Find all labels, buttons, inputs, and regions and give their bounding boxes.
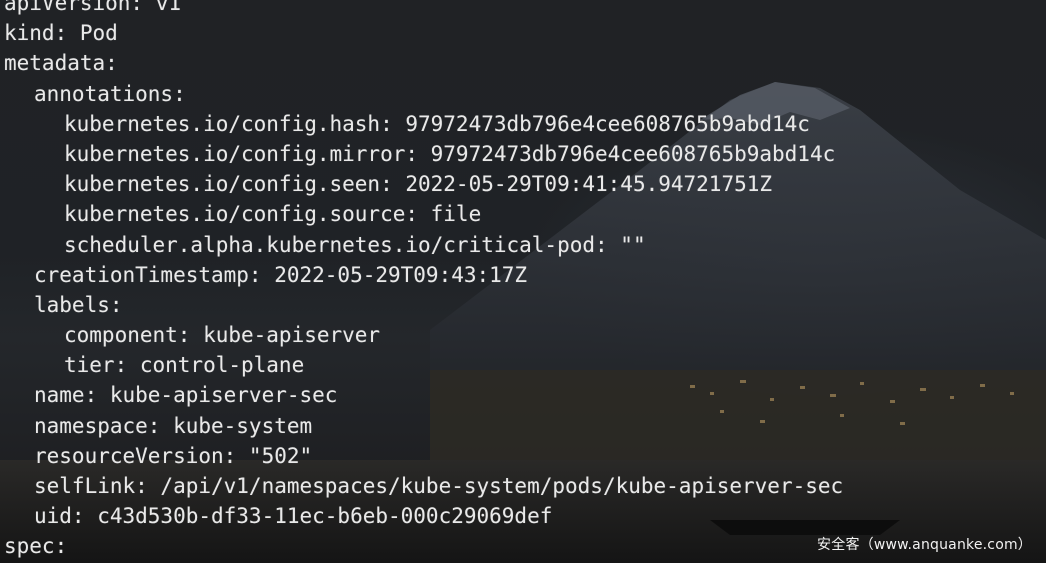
yaml-line: kubernetes.io/config.source: file	[64, 202, 482, 227]
yaml-line: scheduler.alpha.kubernetes.io/critical-p…	[64, 232, 646, 257]
yaml-line: component: kube-apiserver	[64, 323, 381, 348]
yaml-line: labels:	[34, 292, 123, 317]
yaml-line: kubernetes.io/config.hash: 97972473db796…	[64, 111, 810, 136]
yaml-line: apiVersion: v1	[4, 0, 182, 15]
yaml-line: uid: c43d530b-df33-11ec-b6eb-000c29069de…	[34, 504, 553, 529]
yaml-line: creationTimestamp: 2022-05-29T09:43:17Z	[34, 262, 528, 287]
yaml-line: tier: control-plane	[64, 353, 305, 378]
watermark: 安全客（www.anquanke.com）	[817, 537, 1032, 553]
terminal-window[interactable]: apiVersion: v1 kind: Pod metadata: annotati…	[0, 0, 1046, 563]
yaml-line: selfLink: /api/v1/namespaces/kube-system…	[34, 474, 844, 498]
yaml-line: namespace: kube-system	[34, 413, 313, 438]
yaml-line: kubernetes.io/config.mirror: 97972473db7…	[64, 141, 836, 166]
yaml-output: apiVersion: v1 kind: Pod metadata: annotati…	[4, 0, 843, 562]
yaml-line: kind: Pod	[4, 21, 118, 46]
yaml-line: annotations:	[34, 81, 186, 106]
yaml-line: kubernetes.io/config.seen: 2022-05-29T09…	[64, 172, 773, 197]
yaml-line: name: kube-apiserver-sec	[34, 383, 338, 408]
yaml-line: spec:	[4, 534, 68, 559]
yaml-line: metadata:	[4, 51, 118, 76]
yaml-line: resourceVersion: "502"	[34, 443, 313, 468]
